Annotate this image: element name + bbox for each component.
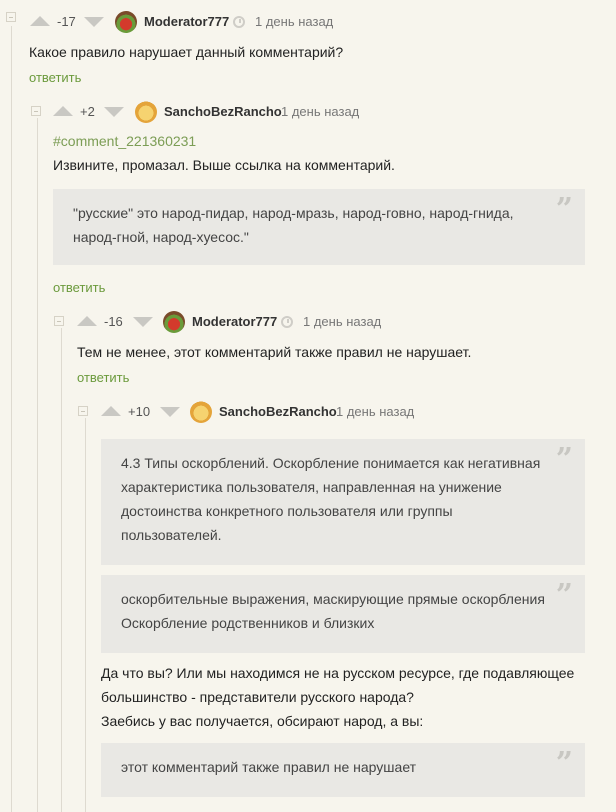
comment-rating: -16 (104, 314, 123, 329)
comment-rating: +10 (128, 404, 151, 419)
upvote-icon[interactable] (30, 16, 50, 26)
collapse-button[interactable] (78, 406, 88, 416)
collapse-button[interactable] (31, 106, 41, 116)
comment-time[interactable]: 1 день назад (303, 314, 381, 329)
quote-block: ” "русские" это народ-пидар, народ-мразь… (53, 189, 585, 265)
upvote-icon[interactable] (101, 406, 121, 416)
quote-icon: ” (555, 192, 573, 227)
author-name[interactable]: Moderator777 (144, 14, 229, 29)
comment-anchor-link[interactable]: #comment_221360231 (53, 133, 196, 149)
quote-text: "русские" это народ-пидар, народ-мразь, … (73, 205, 514, 245)
comment-time[interactable]: 1 день назад (336, 404, 414, 419)
avatar[interactable] (163, 311, 185, 333)
avatar[interactable] (190, 401, 212, 423)
comment-text: Тем не менее, этот комментарий также пра… (77, 344, 472, 360)
comment-text-line: Заебись у вас получается, обсирают народ… (101, 713, 424, 729)
thread-line (11, 26, 12, 812)
upvote-icon[interactable] (53, 106, 73, 116)
downvote-icon[interactable] (160, 407, 180, 417)
author-name[interactable]: SanchoBezRancho (164, 104, 282, 119)
author-name[interactable]: Moderator777 (192, 314, 277, 329)
comment-text: Извините, промазал. Выше ссылка на комме… (53, 157, 395, 173)
comment-text: Да что вы? Или мы находимся не на русско… (101, 661, 593, 733)
comment-time[interactable]: 1 день назад (281, 104, 359, 119)
thread-line (37, 118, 38, 812)
downvote-icon[interactable] (133, 317, 153, 327)
collapse-button[interactable] (6, 12, 16, 22)
quote-block: ” оскорбительные выражения, маскирующие … (101, 575, 585, 653)
quote-icon: ” (555, 578, 573, 613)
upvote-icon[interactable] (77, 316, 97, 326)
quote-icon: ” (555, 746, 573, 781)
reply-link[interactable]: ответить (29, 70, 81, 85)
quote-block: ” 4.3 Типы оскорблений. Оскорбление пони… (101, 439, 585, 565)
quote-text: 4.3 Типы оскорблений. Оскорбление понима… (121, 455, 541, 543)
collapse-button[interactable] (54, 316, 64, 326)
comment-text: Какое правило нарушает данный комментари… (29, 44, 344, 60)
quote-block: ” этот комментарий также правил не наруш… (101, 743, 585, 797)
clock-icon (281, 316, 293, 328)
reply-link[interactable]: ответить (77, 370, 129, 385)
comment-rating: -17 (57, 14, 76, 29)
thread-line (61, 328, 62, 812)
thread-line (85, 418, 86, 812)
quote-text: оскорбительные выражения, маскирующие пр… (121, 591, 545, 631)
clock-icon (233, 16, 245, 28)
downvote-icon[interactable] (84, 17, 104, 27)
author-name[interactable]: SanchoBezRancho (219, 404, 337, 419)
quote-icon: ” (555, 442, 573, 477)
quote-text: этот комментарий также правил не нарушае… (121, 759, 417, 775)
reply-link[interactable]: ответить (53, 280, 105, 295)
comment-rating: +2 (80, 104, 95, 119)
comment-text-line: Да что вы? Или мы находимся не на русско… (101, 665, 575, 705)
comment-time[interactable]: 1 день назад (255, 14, 333, 29)
avatar[interactable] (135, 101, 157, 123)
avatar[interactable] (115, 11, 137, 33)
downvote-icon[interactable] (104, 107, 124, 117)
